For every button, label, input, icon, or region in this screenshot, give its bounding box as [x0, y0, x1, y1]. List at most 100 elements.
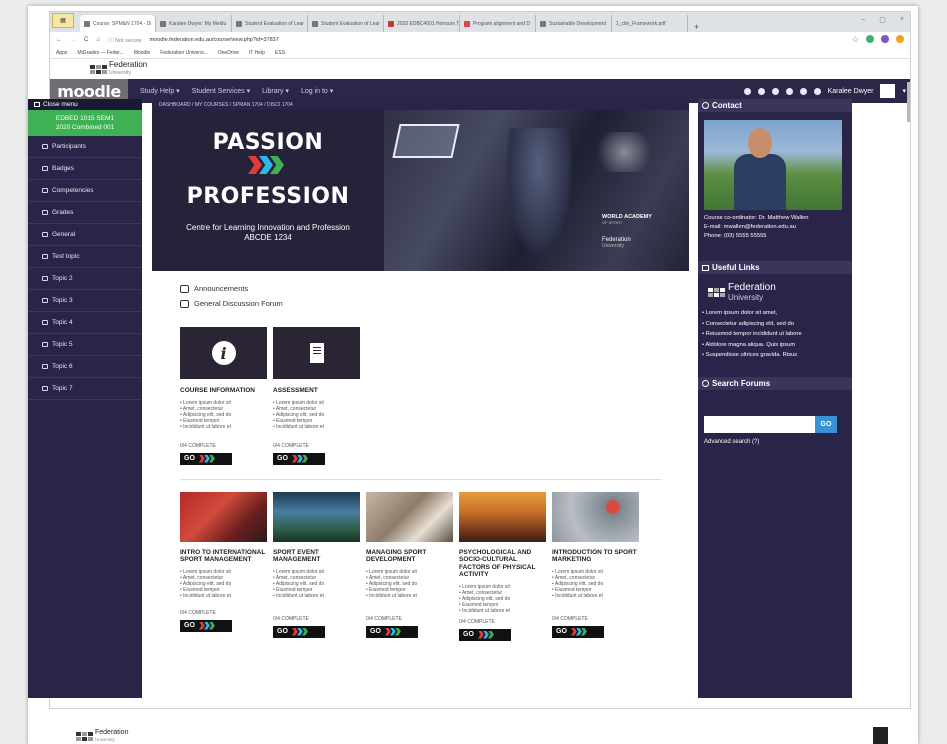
- drawer-item-topic-4[interactable]: Topic 4: [28, 312, 142, 334]
- coordinator-email[interactable]: E-mail: mwallen@federation.edu.au: [704, 223, 852, 232]
- card-title[interactable]: PSYCHOLOGICAL AND SOCIO-CULTURAL FACTORS…: [459, 549, 546, 579]
- useful-link[interactable]: • Aldolore magna aliqua. Quis ipsum: [702, 340, 852, 351]
- maximize-icon[interactable]: ▢: [879, 16, 886, 24]
- federation-logo[interactable]: Federation University: [698, 282, 852, 302]
- drawer-item-topic-6[interactable]: Topic 6: [28, 356, 142, 378]
- go-button[interactable]: GO: [366, 625, 418, 638]
- bookmark-star-icon[interactable]: ☆: [852, 35, 859, 44]
- card-image[interactable]: [552, 491, 639, 542]
- back-icon[interactable]: ←: [56, 37, 62, 43]
- go-button[interactable]: GO: [273, 625, 325, 638]
- tab-course[interactable]: Course: SPM&N 1704 - Di: [80, 15, 156, 32]
- nav-library[interactable]: Library ▾: [262, 87, 289, 95]
- tab-evaluation-1[interactable]: Student Evaluation of Lear: [232, 15, 308, 32]
- settings-icon[interactable]: [771, 87, 779, 95]
- useful-link[interactable]: • Reiusmod tempor incididunt ut labore: [702, 329, 852, 340]
- go-button[interactable]: GO: [273, 452, 325, 465]
- tab-sustainable[interactable]: Sustainable Development: [536, 15, 612, 32]
- search-forums-input[interactable]: [704, 415, 815, 433]
- card-image[interactable]: i: [180, 327, 267, 379]
- discussion-forum-link[interactable]: General Discussion Forum: [180, 296, 661, 311]
- card-image[interactable]: [459, 491, 546, 542]
- url-field[interactable]: moodle.federation.edu.au/course/view.php…: [150, 37, 279, 43]
- tab-evaluation-2[interactable]: Student Evaluation of Lear: [308, 15, 384, 32]
- tab-mymeldu[interactable]: Karalee Dwyer: My Meldu: [156, 15, 232, 32]
- go-button[interactable]: GO: [180, 619, 232, 632]
- edit-icon[interactable]: [743, 87, 751, 95]
- go-button[interactable]: GO: [459, 628, 511, 641]
- tab-pdf[interactable]: 1_cite_Framework.pdf: [612, 15, 688, 32]
- drawer-item-badges[interactable]: Badges: [28, 158, 142, 180]
- close-menu-button[interactable]: Close menu: [28, 99, 142, 110]
- avatar[interactable]: [880, 84, 896, 98]
- drawer-item-topic-3[interactable]: Topic 3: [28, 290, 142, 312]
- notifications-icon[interactable]: [799, 87, 807, 95]
- drawer-item-topic-5[interactable]: Topic 5: [28, 334, 142, 356]
- card-image[interactable]: [273, 327, 360, 379]
- card-title[interactable]: COURSE INFORMATION: [180, 387, 267, 395]
- tab-label: Program alignment and D: [473, 20, 530, 27]
- tab-program-alignment[interactable]: Program alignment and D: [460, 15, 536, 32]
- useful-link[interactable]: • Suspendisse ultrices gravida. Risus: [702, 350, 852, 361]
- breadcrumb[interactable]: DASHBOARD / MY COURSES / SPMAN 1704 / DI…: [152, 99, 689, 110]
- new-tab-button[interactable]: +: [688, 22, 705, 32]
- current-course[interactable]: EDBED 1015 SEM1 2020 Combined 001: [28, 110, 142, 136]
- advanced-search-link[interactable]: Advanced search (?): [698, 439, 852, 445]
- drawer-item-competencies[interactable]: Competencies: [28, 180, 142, 202]
- extension-icon[interactable]: [881, 35, 889, 43]
- extension-icon[interactable]: [866, 35, 874, 43]
- extension-icon[interactable]: [896, 35, 904, 43]
- nav-log-in-to[interactable]: Log in to ▾: [301, 87, 333, 95]
- bookmark-item[interactable]: IT Help: [249, 50, 265, 56]
- bookmark-item[interactable]: Apps: [56, 50, 67, 56]
- drawer-item-topic-2[interactable]: Topic 2: [28, 268, 142, 290]
- bookmarks-bar: Apps MiGrades — Feder... Moodle Federati…: [50, 48, 910, 59]
- announcements-link[interactable]: Announcements: [180, 281, 661, 296]
- tools-icon[interactable]: [785, 87, 793, 95]
- card-image[interactable]: [366, 491, 453, 542]
- bookmark-item[interactable]: OneDrive: [218, 50, 239, 56]
- drawer-item-participants[interactable]: Participants: [28, 136, 142, 158]
- app-menu-icon[interactable]: ▦: [52, 13, 74, 28]
- home-icon[interactable]: ⌂: [96, 37, 100, 43]
- card-title[interactable]: ASSESSMENT: [273, 387, 360, 395]
- card-title[interactable]: INTRO TO INTERNATIONAL SPORT MANAGEMENT: [180, 549, 267, 564]
- useful-link[interactable]: • Lorem ipsum dolor sit amet,: [702, 308, 852, 319]
- user-name[interactable]: Karalee Dwyer: [828, 88, 874, 95]
- nav-study-help[interactable]: Study Help ▾: [140, 87, 180, 95]
- search-go-button[interactable]: GO: [815, 415, 837, 433]
- messages-icon[interactable]: [813, 87, 821, 95]
- drawer-item-grades[interactable]: Grades: [28, 202, 142, 224]
- card-title[interactable]: INTRODUCTION TO SPORT MARKETING: [552, 549, 639, 564]
- forward-icon[interactable]: →: [70, 37, 76, 43]
- reload-icon[interactable]: C: [84, 37, 88, 43]
- logo-subtext: University: [109, 70, 131, 76]
- search-icon[interactable]: [757, 87, 765, 95]
- not-secure-badge[interactable]: ⓘ Not secure: [108, 36, 142, 44]
- useful-link[interactable]: • Consectetur adipiscing elit, sed do: [702, 319, 852, 330]
- go-button[interactable]: GO: [180, 452, 232, 465]
- user-menu-chevron-icon[interactable]: ▾: [902, 87, 906, 95]
- nav-student-services[interactable]: Student Services ▾: [192, 87, 250, 95]
- go-button[interactable]: GO: [552, 625, 604, 638]
- bookmark-item[interactable]: MiGrades — Feder...: [77, 50, 123, 56]
- card-image[interactable]: [273, 491, 360, 542]
- bookmark-item[interactable]: ESS: [275, 50, 285, 56]
- bookmark-item[interactable]: Federation Universi...: [160, 50, 208, 56]
- card-title[interactable]: MANAGING SPORT DEVELOPMENT: [366, 549, 453, 564]
- bookmark-item[interactable]: Moodle: [134, 50, 150, 56]
- card-title[interactable]: SPORT EVENT MANAGEMENT: [273, 549, 360, 564]
- drawer-item-topic-7[interactable]: Topic 7: [28, 378, 142, 400]
- close-icon[interactable]: ×: [900, 16, 904, 24]
- card-progress: 0/4 COMPLETE: [273, 615, 309, 622]
- tab-honours[interactable]: 2020 EDBC4001 Honours T: [384, 15, 460, 32]
- drawer-item-label: Topic 7: [52, 385, 73, 392]
- page-scrollbar[interactable]: [907, 82, 910, 122]
- card-image[interactable]: [180, 491, 267, 542]
- federation-logo[interactable]: Federation University: [90, 61, 147, 77]
- drawer-item-test-topic[interactable]: Test topic: [28, 246, 142, 268]
- table-icon: [42, 210, 48, 215]
- drawer-item-general[interactable]: General: [28, 224, 142, 246]
- topic-card: INTRO TO INTERNATIONAL SPORT MANAGEMENT …: [180, 491, 267, 641]
- minimize-icon[interactable]: –: [861, 16, 865, 24]
